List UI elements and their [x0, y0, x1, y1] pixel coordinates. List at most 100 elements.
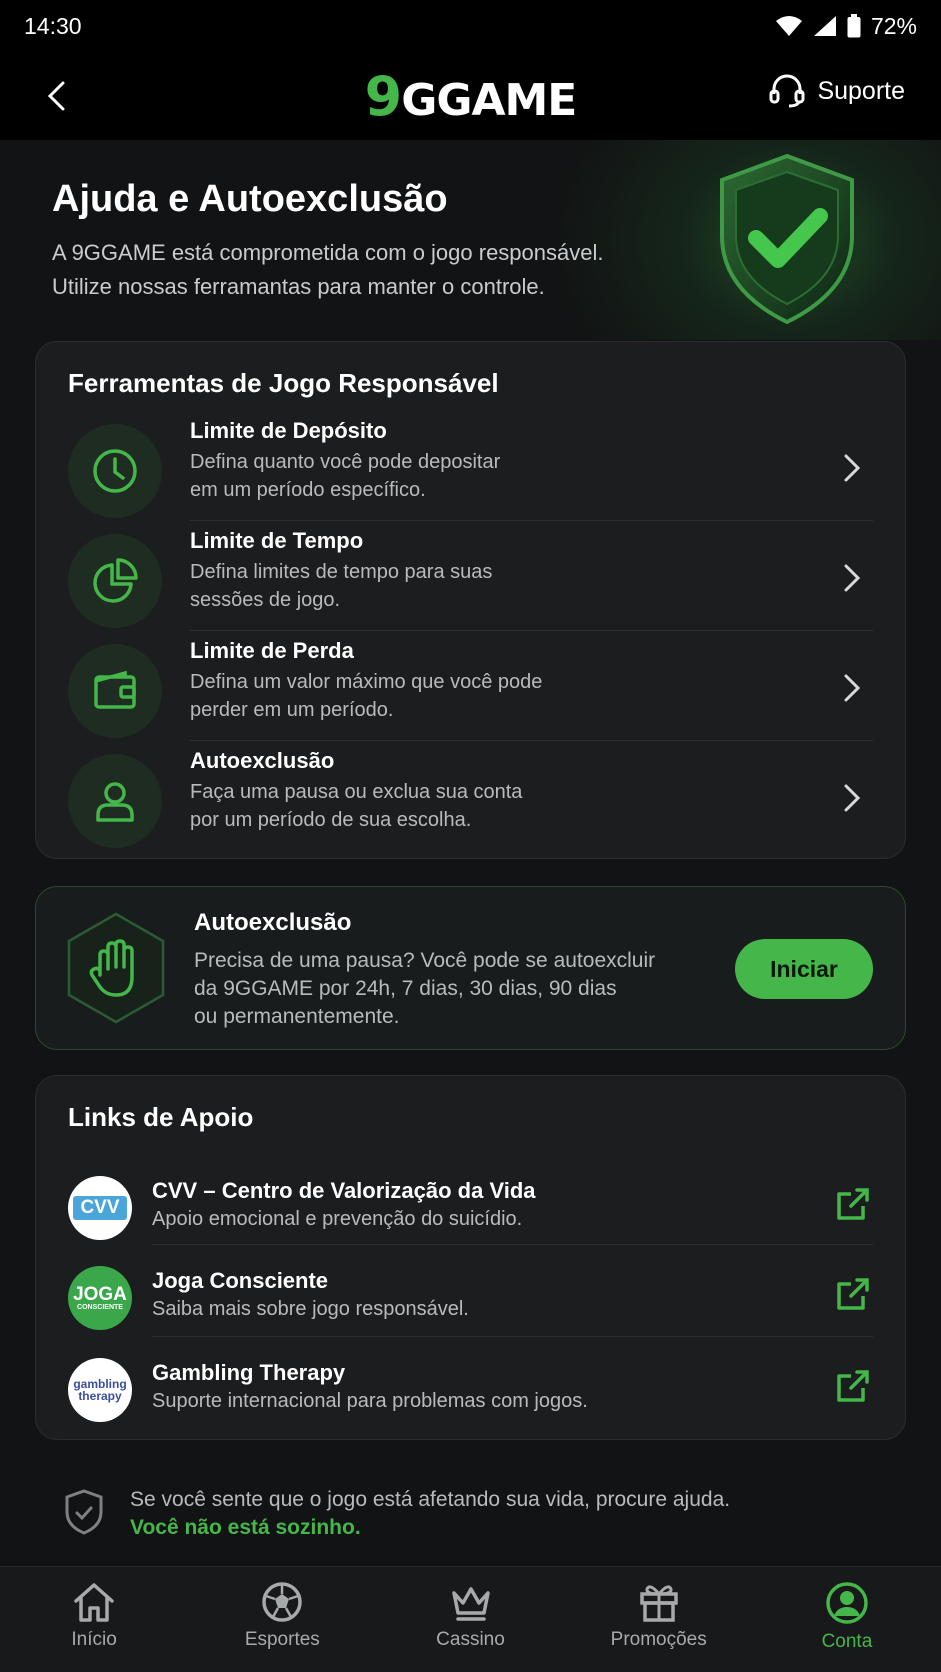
link-title: Joga Consciente	[152, 1268, 329, 1293]
battery-icon	[847, 14, 861, 38]
tool-title: Autoexclusão	[190, 748, 335, 773]
link-gambling-therapy[interactable]: gambling therapy Gambling Therapy Suport…	[36, 1348, 907, 1438]
joga-consciente-logo: JOGA CONSCIENTE	[68, 1266, 132, 1330]
tool-title: Limite de Perda	[190, 638, 354, 663]
tool-icon-wrap	[68, 534, 162, 628]
gt-logo-sub: therapy	[78, 1389, 122, 1403]
hand-stop-icon	[67, 912, 165, 1024]
external-link-icon	[837, 1278, 869, 1310]
nav-label: Esportes	[244, 1629, 320, 1650]
divider	[152, 1336, 873, 1337]
logo-nine: 9	[364, 64, 403, 128]
tool-desc-line: por um período de sua escolha.	[190, 809, 472, 831]
divider	[190, 740, 873, 741]
tool-icon-wrap	[68, 424, 162, 518]
link-title: CVV – Centro de Valorização da Vida	[152, 1178, 536, 1203]
tool-desc-line: Defina um valor máximo que você pode	[190, 671, 543, 693]
nav-label: Início	[71, 1629, 117, 1650]
link-description: Saiba mais sobre jogo responsável.	[152, 1298, 469, 1320]
tool-self-exclusion[interactable]: Autoexclusão Faça uma pausa ou exclua su…	[36, 742, 907, 852]
wallet-icon	[94, 670, 136, 709]
cvv-logo-text: CVV	[80, 1197, 120, 1218]
tool-time-limit[interactable]: Limite de Tempo Defina limites de tempo …	[36, 522, 907, 632]
divider	[152, 1244, 873, 1245]
self-exclusion-card: Autoexclusão Precisa de uma pausa? Você …	[35, 886, 906, 1050]
help-note-emphasis: Você não está sozinho.	[130, 1516, 361, 1539]
tool-title: Limite de Depósito	[190, 418, 387, 443]
status-time: 14:30	[24, 12, 82, 39]
clock-icon	[93, 449, 137, 493]
brand-logo: 9GGAME	[364, 64, 578, 128]
nav-sports[interactable]: Esportes	[188, 1567, 376, 1672]
support-links-card: Links de Apoio CVV CVV – Centro de Valor…	[35, 1075, 906, 1440]
chevron-right-icon	[837, 448, 867, 488]
divider	[190, 520, 873, 521]
nav-promotions[interactable]: Promoções	[565, 1567, 753, 1672]
link-joga-consciente[interactable]: JOGA CONSCIENTE Joga Consciente Saiba ma…	[36, 1256, 907, 1346]
hero-line-1: A 9GGAME está comprometida com o jogo re…	[52, 240, 604, 265]
self-exclusion-line: ou permanentemente.	[194, 1005, 400, 1028]
joga-logo-sub: CONSCIENTE	[77, 1303, 123, 1311]
page-title: Ajuda e Autoexclusão	[52, 178, 448, 220]
headset-icon	[769, 74, 805, 108]
chevron-right-icon	[837, 778, 867, 818]
tool-description: Defina um valor máximo que você pode per…	[190, 668, 610, 724]
battery-percent: 72%	[870, 12, 917, 39]
bottom-navigation: Início Esportes Cassino Promoções Conta	[0, 1566, 941, 1672]
external-link-icon	[837, 1188, 869, 1220]
gambling-therapy-logo: gambling therapy	[68, 1358, 132, 1422]
tool-desc-line: em um período específico.	[190, 479, 426, 501]
link-description: Apoio emocional e prevenção do suicídio.	[152, 1208, 523, 1230]
tool-description: Defina quanto você pode depositar em um …	[190, 448, 610, 504]
support-links-title: Links de Apoio	[68, 1102, 254, 1132]
self-exclusion-title: Autoexclusão	[194, 909, 352, 936]
self-exclusion-line: Precisa de uma pausa? Você pode se autoe…	[194, 949, 656, 972]
nav-casino[interactable]: Cassino	[376, 1567, 564, 1672]
signal-icon	[813, 16, 836, 36]
nav-label: Cassino	[436, 1629, 505, 1650]
soccer-ball-icon	[262, 1582, 303, 1622]
nav-account[interactable]: Conta	[753, 1567, 941, 1672]
nav-home[interactable]: Início	[0, 1567, 188, 1672]
tool-desc-line: Faça uma pausa ou exclua sua conta	[190, 781, 523, 803]
tool-desc-line: Defina quanto você pode depositar	[190, 451, 501, 473]
user-icon	[96, 782, 134, 822]
tool-desc-line: perder em um período.	[190, 699, 394, 721]
cvv-logo: CVV	[68, 1176, 132, 1240]
support-label: Suporte	[817, 76, 905, 105]
status-bar: 14:30 72%	[0, 0, 941, 52]
external-link-icon	[837, 1370, 869, 1402]
pie-chart-icon	[93, 558, 138, 603]
link-description: Suporte internacional para problemas com…	[152, 1390, 588, 1412]
shield-check-icon	[720, 153, 854, 325]
back-button[interactable]	[32, 72, 80, 120]
logo-text: GGAME	[401, 74, 577, 126]
joga-logo-text: JOGA	[73, 1283, 127, 1305]
tool-loss-limit[interactable]: Limite de Perda Defina um valor máximo q…	[36, 632, 907, 742]
tool-desc-line: Defina limites de tempo para suas	[190, 561, 493, 583]
nav-label: Conta	[821, 1631, 873, 1652]
help-note-text: Se você sente que o jogo está afetando s…	[130, 1486, 830, 1542]
self-exclusion-line: da 9GGAME por 24h, 7 dias, 30 dias, 90 d…	[194, 977, 617, 1000]
home-icon	[74, 1583, 114, 1622]
start-button[interactable]: Iniciar	[735, 939, 873, 999]
chevron-right-icon	[837, 668, 867, 708]
gift-icon	[639, 1585, 678, 1622]
status-icons: 72%	[775, 13, 917, 40]
tool-icon-wrap	[68, 644, 162, 738]
crown-icon	[451, 1587, 490, 1621]
support-button[interactable]: Suporte	[769, 74, 905, 108]
account-icon	[826, 1582, 868, 1624]
link-cvv[interactable]: CVV CVV – Centro de Valorização da Vida …	[36, 1166, 907, 1256]
tool-icon-wrap	[68, 754, 162, 848]
divider	[190, 630, 873, 631]
hero-line-2: Utilize nossas ferramantas para manter o…	[52, 274, 545, 299]
nav-label: Promoções	[610, 1629, 707, 1650]
tool-desc-line: sessões de jogo.	[190, 589, 341, 611]
chevron-left-icon	[47, 81, 65, 111]
wifi-icon	[775, 16, 802, 36]
tool-deposit-limit[interactable]: Limite de Depósito Defina quanto você po…	[36, 412, 907, 522]
chevron-right-icon	[837, 558, 867, 598]
tool-description: Defina limites de tempo para suas sessõe…	[190, 558, 610, 614]
tool-description: Faça uma pausa ou exclua sua conta por u…	[190, 778, 610, 834]
